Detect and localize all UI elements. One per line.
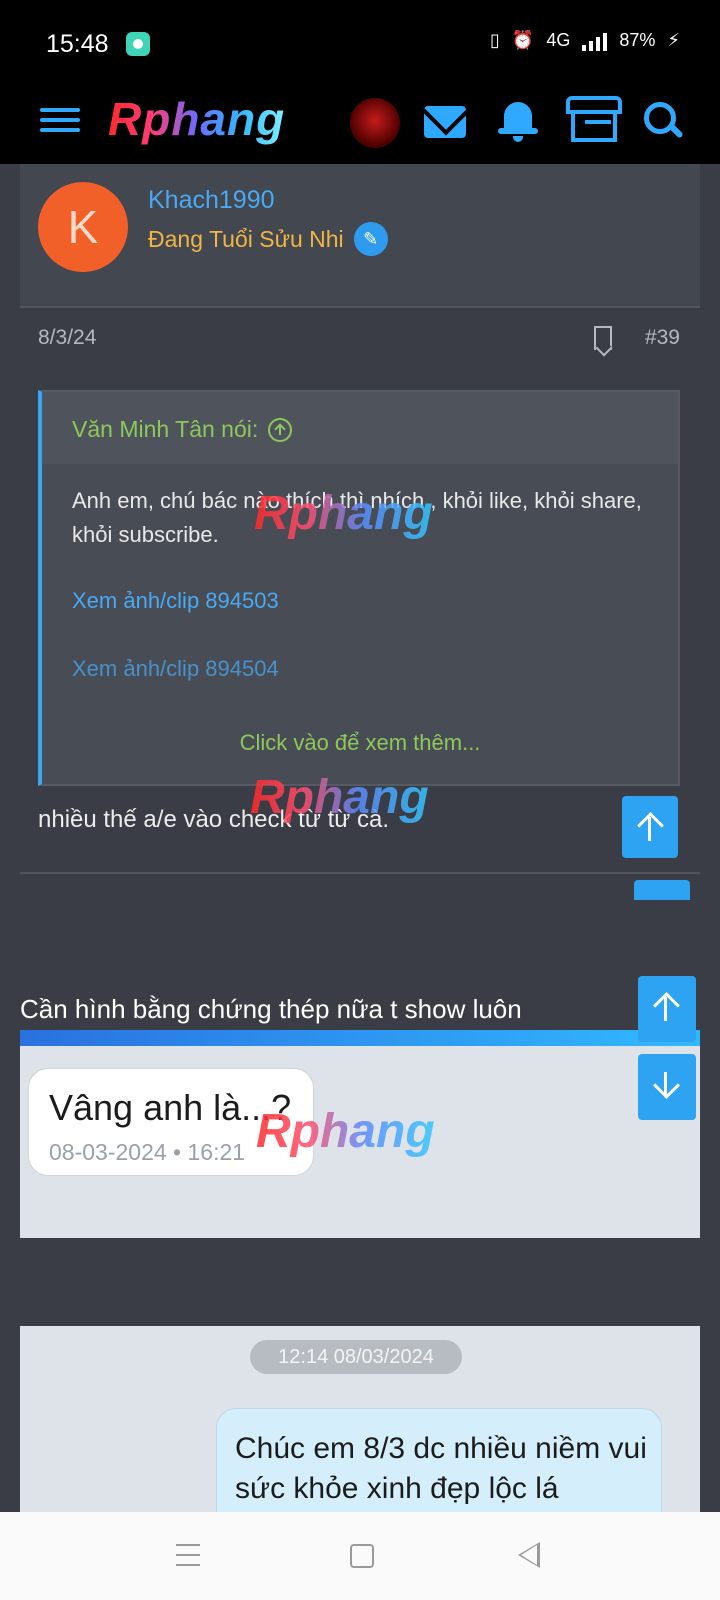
vibrate-icon: ▯	[489, 30, 500, 50]
bell-icon[interactable]	[498, 98, 538, 142]
system-navigation-bar	[0, 1512, 720, 1600]
home-button[interactable]	[350, 1544, 374, 1568]
app-notification-icon	[126, 32, 150, 56]
mail-icon[interactable]	[424, 106, 466, 138]
scroll-button-partial	[634, 880, 690, 900]
post-author-card: K Khach1990 Đang Tuổi Sửu Nhi ✎	[20, 164, 700, 308]
post-body-text: Cần hình bằng chứng thép nữa t show luôn	[20, 994, 522, 1024]
image-header-bar	[20, 1030, 700, 1046]
chat-message: Vâng anh là...?	[49, 1087, 292, 1128]
verified-user-icon: ✎	[353, 222, 388, 256]
scroll-down-button[interactable]	[638, 1054, 696, 1120]
charging-icon: ⚡	[667, 30, 680, 50]
network-type: 4G	[546, 30, 571, 50]
chat-bubble: Chúc em 8/3 dc nhiều niềm vui sức khỏe x…	[216, 1408, 662, 1526]
chat-timestamp: 08-03-2024 • 16:21	[49, 1139, 246, 1165]
quote-author[interactable]: Văn Minh Tân nói:	[72, 416, 258, 443]
store-icon[interactable]	[566, 96, 622, 144]
quote-media-link[interactable]: Xem ảnh/clip 894504	[72, 656, 279, 682]
back-button[interactable]	[518, 1542, 540, 1568]
author-username[interactable]: Khach1990	[148, 186, 275, 215]
post-date[interactable]: 8/3/24	[38, 326, 96, 350]
battery-level: 87%	[619, 30, 656, 50]
scroll-up-button[interactable]	[638, 976, 696, 1042]
watermark-logo: Rphang	[256, 1105, 435, 1158]
recent-apps-button[interactable]	[176, 1544, 200, 1566]
search-icon[interactable]	[644, 102, 684, 142]
alarm-icon: ⏰	[511, 30, 535, 50]
author-title: Đang Tuổi Sửu Nhi	[148, 225, 344, 252]
quote-media-link[interactable]: Xem ảnh/clip 894503	[72, 588, 279, 614]
quote-header: Văn Minh Tân nói:	[42, 392, 678, 464]
status-time: 15:48	[46, 30, 109, 58]
quote-author-row[interactable]: Văn Minh Tân nói:	[72, 416, 293, 443]
author-title-row: Đang Tuổi Sửu Nhi ✎	[148, 222, 388, 256]
post-divider	[20, 872, 700, 874]
menu-icon[interactable]	[40, 102, 80, 142]
chat-message: Chúc em 8/3 dc nhiều niềm vui sức khỏe x…	[235, 1432, 647, 1505]
user-avatar[interactable]	[350, 98, 400, 148]
top-navigation: Rphang	[0, 88, 720, 164]
go-to-quote-icon[interactable]	[268, 417, 293, 442]
bookmark-icon[interactable]	[594, 326, 612, 350]
signal-icon	[582, 31, 608, 51]
site-logo[interactable]: Rphang	[108, 92, 285, 146]
expand-quote-link[interactable]: Click vào để xem thêm...	[42, 730, 678, 756]
post-image[interactable]: 12:14 08/03/2024 Chúc em 8/3 dc nhiều ni…	[20, 1326, 700, 1526]
watermark-logo: Rphang	[250, 771, 429, 824]
status-icons: ▯ ⏰ 4G 87% ⚡	[490, 30, 680, 51]
post-number[interactable]: #39	[645, 326, 680, 350]
scroll-to-top-button[interactable]	[622, 796, 678, 858]
quote-block: Văn Minh Tân nói: Anh em, chú bác nào th…	[38, 390, 680, 786]
chat-date-pill: 12:14 08/03/2024	[250, 1340, 462, 1374]
status-bar: 15:48 ▯ ⏰ 4G 87% ⚡	[0, 0, 720, 88]
watermark-logo: Rphang	[254, 487, 433, 540]
author-avatar[interactable]: K	[38, 182, 128, 272]
